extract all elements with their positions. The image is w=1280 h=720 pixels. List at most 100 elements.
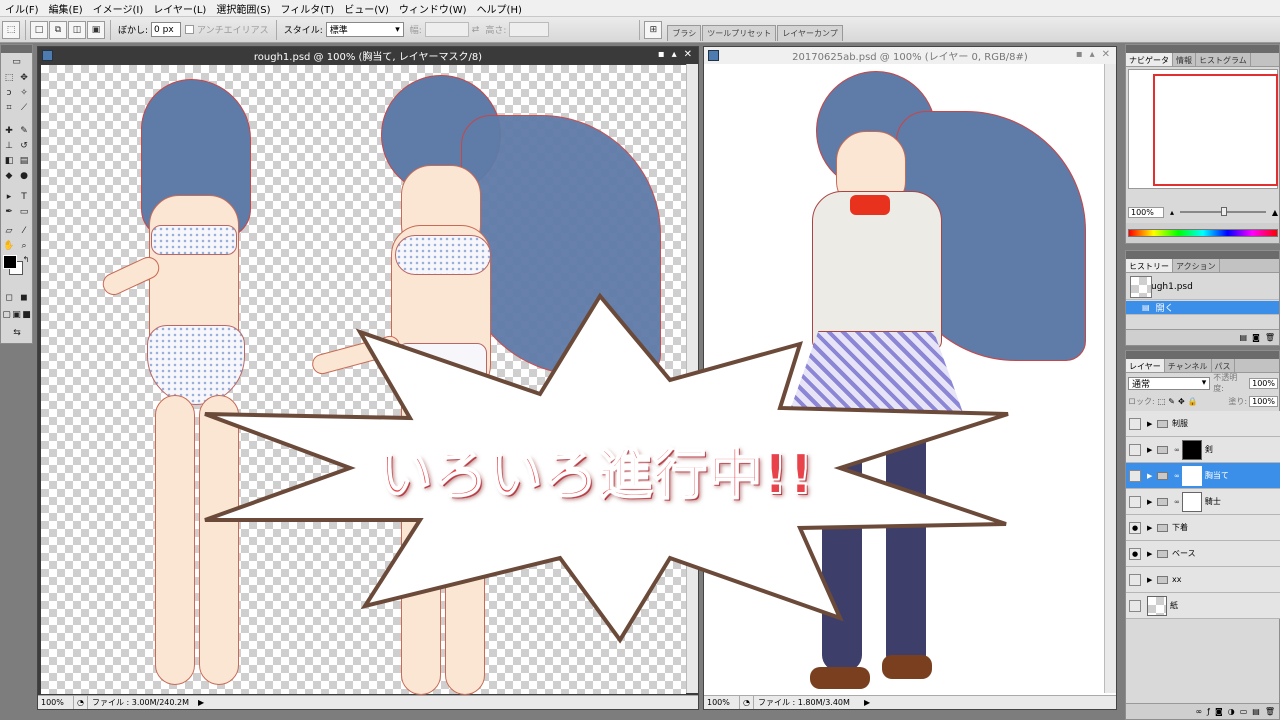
layer-row-group[interactable]: ▶ 制服 [1126,411,1280,437]
menu-filter[interactable]: フィルタ(T) [275,1,339,16]
fill-value[interactable]: 100% [1249,395,1278,407]
zoom-level[interactable]: 100% [38,696,74,709]
screen-mode-standard-icon[interactable]: ▢ [2,309,11,321]
expand-triangle-icon[interactable]: ▶ [1147,498,1155,506]
brush-tool-icon[interactable]: ✎ [17,125,31,137]
path-select-icon[interactable]: ▸ [2,191,16,203]
close-icon[interactable]: ✕ [684,49,692,60]
layer-row-group[interactable]: ▶ ∞ 剣 [1126,437,1280,463]
expand-triangle-icon[interactable]: ▶ [1147,550,1155,558]
status-info-icon[interactable]: ◔ [74,696,88,709]
menu-file[interactable]: イル(F) [0,1,44,16]
new-document-from-state-icon[interactable]: ▤ [1240,333,1248,342]
slice-tool-icon[interactable]: ⟋ [17,102,31,114]
eye-icon[interactable]: ● [1129,547,1141,560]
tab-channels[interactable]: チャンネル [1165,359,1212,372]
status-menu-arrow-icon[interactable]: ▶ [198,698,204,707]
status-info-icon[interactable]: ◔ [740,696,754,709]
visibility-toggle[interactable] [1129,469,1141,482]
dock-tab-tool-presets[interactable]: ツールプリセット [702,24,777,41]
history-snapshot[interactable]: ⟲ rough1.psd [1126,274,1279,300]
tab-layers[interactable]: レイヤー [1126,359,1165,372]
palette-well-icon[interactable]: ⊞ [644,20,663,39]
layer-mask-thumbnail[interactable] [1181,465,1202,486]
tab-actions[interactable]: アクション [1173,259,1220,272]
blend-mode-select[interactable]: 通常 ▾ [1128,376,1211,390]
vertical-scrollbar[interactable] [1104,64,1116,693]
magic-wand-icon[interactable]: ✧ [17,87,31,99]
width-input[interactable] [424,22,469,37]
tab-navigator[interactable]: ナビゲータ [1126,53,1173,66]
adjustment-layer-icon[interactable]: ◑ [1228,707,1235,716]
maximize-icon[interactable]: ▴ [672,49,677,60]
visibility-toggle[interactable] [1129,599,1141,612]
lock-position-icon[interactable]: ✥ [1178,397,1185,406]
document-titlebar[interactable]: rough1.psd @ 100% (胸当て, レイヤーマスク/8) ▪ ▴ ✕ [38,47,698,64]
zoom-tool-icon[interactable]: ⌕ [17,240,31,252]
zoom-in-icon[interactable]: ▲ [1272,208,1278,217]
expand-triangle-icon[interactable]: ▶ [1147,524,1155,532]
clone-stamp-icon[interactable]: ⊥ [2,140,16,152]
tab-paths[interactable]: パス [1212,359,1235,372]
style-select[interactable]: 標準 ▾ [325,22,404,37]
document-titlebar[interactable]: 20170625ab.psd @ 100% (レイヤー 0, RGB/8#) ▪… [704,47,1116,64]
expand-triangle-icon[interactable]: ▶ [1147,472,1155,480]
hand-tool-icon[interactable]: ✋ [2,240,16,252]
close-icon[interactable]: ✕ [1102,49,1110,60]
menu-image[interactable]: イメージ(I) [88,1,149,16]
move-tool-icon[interactable]: ✥ [17,72,31,84]
lasso-tool-icon[interactable]: ↄ [2,87,16,99]
link-chain-icon[interactable]: ∞ [1174,498,1180,506]
visibility-toggle[interactable] [1129,443,1141,456]
height-input[interactable] [509,22,550,37]
layer-row[interactable]: 紙 [1126,593,1280,619]
blur-tool-icon[interactable]: ◆ [2,170,16,182]
dodge-tool-icon[interactable]: ● [17,170,31,182]
screen-mode-full-icon[interactable]: ■ [22,309,31,321]
tab-histogram[interactable]: ヒストグラム [1196,53,1251,66]
lock-image-icon[interactable]: ✎ [1168,397,1175,406]
history-step[interactable]: ▤ 開く [1126,301,1279,315]
expand-triangle-icon[interactable]: ▶ [1147,420,1155,428]
tab-history[interactable]: ヒストリー [1126,259,1173,272]
zoom-level[interactable]: 100% [704,696,740,709]
photoshop-logo-icon[interactable]: ▭ [2,56,31,68]
layer-mask-thumbnail[interactable] [1181,491,1202,512]
layer-row-group[interactable]: ● ▶ 下着 [1126,515,1280,541]
new-selection-icon[interactable]: □ [30,20,48,39]
jump-to-imageready-icon[interactable]: ⇆ [5,327,29,339]
navigator-zoom-value[interactable]: 100% [1128,206,1164,218]
crop-tool-icon[interactable]: ⌗ [2,102,16,114]
minimize-icon[interactable]: ▪ [658,49,665,60]
menu-window[interactable]: ウィンドウ(W) [394,1,472,16]
new-layer-icon[interactable]: ▤ [1252,707,1260,716]
gradient-tool-icon[interactable]: ▤ [17,155,31,167]
menu-layer[interactable]: レイヤー(L) [148,1,211,16]
minimize-icon[interactable]: ▪ [1076,49,1083,60]
tab-info[interactable]: 情報 [1173,53,1196,66]
opacity-value[interactable]: 100% [1249,377,1278,389]
navigator-view-box[interactable] [1153,74,1278,186]
delete-layer-icon[interactable]: 🗑 [1265,707,1275,716]
lock-transparent-icon[interactable]: ⬚ [1158,397,1166,406]
feather-input[interactable]: 0 px [151,22,182,37]
type-tool-icon[interactable]: T [17,191,31,203]
notes-tool-icon[interactable]: ▱ [2,225,16,237]
layer-row-group[interactable]: ▶ ∞ 騎士 [1126,489,1280,515]
zoom-out-icon[interactable]: ▴ [1170,208,1174,217]
marquee-tool-icon[interactable]: ⬚ [2,72,16,84]
eye-icon[interactable]: ● [1129,521,1141,534]
expand-triangle-icon[interactable]: ▶ [1147,446,1155,454]
swap-icon[interactable]: ⇄ [472,25,480,35]
layer-row-group[interactable]: ▶ ∞ 胸当て [1126,463,1280,489]
slider-thumb[interactable] [1221,207,1228,216]
visibility-toggle[interactable] [1129,495,1141,508]
pen-tool-icon[interactable]: ✒ [2,206,16,218]
standard-mode-icon[interactable]: ◻ [2,292,16,304]
link-chain-icon[interactable]: ∞ [1174,472,1180,480]
intersect-selection-icon[interactable]: ▣ [87,20,105,39]
add-mask-icon[interactable]: ◙ [1215,707,1223,716]
history-brush-icon[interactable]: ↺ [17,140,31,152]
navigator-zoom-slider[interactable] [1180,207,1266,216]
visibility-toggle[interactable] [1129,417,1141,430]
